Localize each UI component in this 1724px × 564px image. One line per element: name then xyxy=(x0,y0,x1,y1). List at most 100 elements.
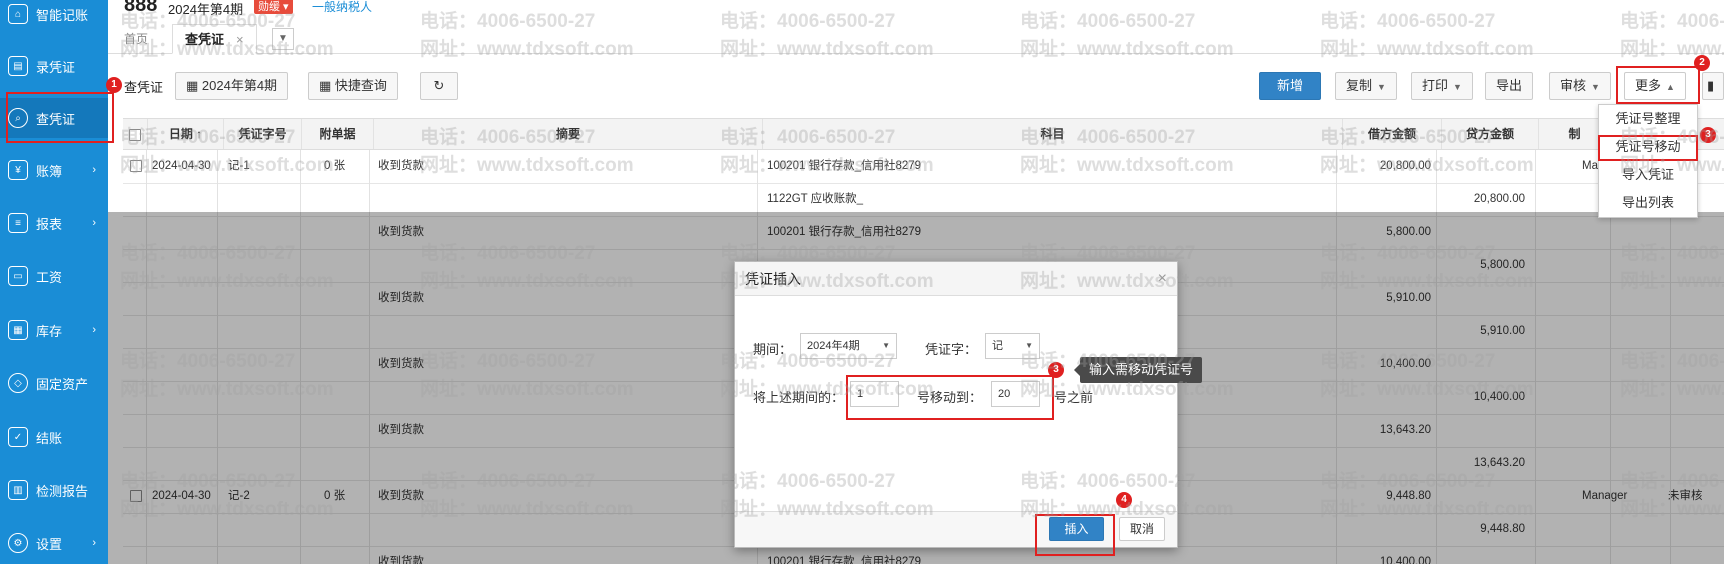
copy-button[interactable]: 复制 ▼ xyxy=(1335,72,1397,100)
export-button[interactable]: 导出 xyxy=(1485,72,1534,100)
chevron-right-icon: › xyxy=(92,537,96,549)
col-attachments: 附单据 xyxy=(302,119,374,149)
period-select-value: 2024年4期 xyxy=(807,340,860,352)
print-button[interactable]: 打印 ▼ xyxy=(1411,72,1473,100)
sidebar-item-fixed-assets[interactable]: ◇ 固定资产 xyxy=(0,363,108,403)
col-debit: 借方金额 xyxy=(1343,119,1442,149)
menu-item-export-list[interactable]: 导出列表 xyxy=(1599,189,1697,217)
cell-debit: 20,800.00 xyxy=(1379,160,1431,172)
status-badge[interactable]: 勋缓 ▾ xyxy=(254,0,293,14)
sidebar-item-record-voucher[interactable]: ▤ 录凭证 xyxy=(0,46,108,86)
col-summary: 摘要 xyxy=(374,119,763,149)
quick-query-label: 快捷查询 xyxy=(334,78,387,93)
cell-credit xyxy=(1442,150,1537,183)
annotation-box-4 xyxy=(1035,514,1115,556)
annotation-number-2: 2 xyxy=(1694,55,1710,71)
delete-icon[interactable]: ▮ xyxy=(1702,72,1724,100)
review-button-label: 审核 xyxy=(1560,78,1587,93)
range-label: 将上述期间的： xyxy=(753,390,845,405)
col-date[interactable]: 日期 ↑ xyxy=(148,119,224,149)
tab-home[interactable]: 首页 xyxy=(112,24,160,54)
checkbox-icon: ✓ xyxy=(8,427,28,447)
cancel-button[interactable]: 取消 xyxy=(1119,517,1165,541)
sidebar-item-label: 设置 xyxy=(36,536,63,552)
menu-item-import-vouchers[interactable]: 导入凭证 xyxy=(1599,161,1697,189)
toolbar-title: 查凭证 xyxy=(124,80,164,95)
dialog-header: 凭证插入 × xyxy=(735,262,1177,296)
chevron-right-icon: › xyxy=(92,324,96,336)
annotation-number-3b: 3 xyxy=(1048,362,1064,378)
table-header: 日期 ↑ 凭证字号 附单据 摘要 科目 借方金额 贷方金额 制 状态 xyxy=(123,118,1724,150)
sidebar-item-label: 账簿 xyxy=(36,163,63,179)
cell-summary: 收到货款 xyxy=(378,160,424,172)
caret-down-icon: ▼ xyxy=(1591,82,1600,92)
period-select[interactable]: 2024年4期 ▼ xyxy=(800,333,897,359)
caret-down-icon: ▼ xyxy=(1377,82,1386,92)
asset-icon: ◇ xyxy=(8,373,28,393)
account-set-number: 888 xyxy=(124,0,158,16)
sidebar-item-label: 工资 xyxy=(36,269,63,285)
refresh-button[interactable]: ↻ xyxy=(420,72,458,100)
sidebar-item-label: 智能记账 xyxy=(36,7,89,23)
voucher-word-label: 凭证字： xyxy=(925,342,978,357)
sidebar-item-label: 录凭证 xyxy=(36,59,76,75)
col-credit: 贷方金额 xyxy=(1442,119,1539,149)
calendar-icon: ▦ xyxy=(319,78,335,93)
sidebar-item-ledger[interactable]: ¥ 账簿 › xyxy=(0,150,108,190)
cell-voucher-no: 记-1 xyxy=(228,160,250,172)
gear-icon: ⚙ xyxy=(8,533,28,553)
header: 888 2024年第4期 勋缓 ▾ 一般纳税人 xyxy=(108,0,1724,20)
current-period: 2024年第4期 xyxy=(168,2,244,17)
refresh-icon: ↻ xyxy=(433,78,445,93)
sidebar-item-label: 结账 xyxy=(36,430,63,446)
col-account: 科目 xyxy=(763,119,1343,149)
annotation-box-3b xyxy=(846,375,1054,420)
sidebar-item-settings[interactable]: ⚙ 设置 › xyxy=(0,523,108,563)
record-voucher-icon: ▤ xyxy=(8,56,28,76)
report-icon: ▥ xyxy=(8,480,28,500)
sidebar-item-label: 报表 xyxy=(36,216,63,232)
cell-date: 2024-04-30 xyxy=(152,160,211,172)
calendar-icon: ▦ xyxy=(186,78,202,93)
sidebar-item-reports[interactable]: ≡ 报表 › xyxy=(0,203,108,243)
sidebar-item-payroll[interactable]: ▭ 工资 xyxy=(0,256,108,296)
cell-account: 100201 银行存款_信用社8279 xyxy=(767,160,922,172)
row-checkbox[interactable] xyxy=(130,150,142,183)
inventory-icon: ▦ xyxy=(8,320,28,340)
sidebar-item-inventory[interactable]: ▦ 库存 › xyxy=(0,310,108,350)
caret-down-icon: ▼ xyxy=(1453,82,1462,92)
caret-down-icon: ▼ xyxy=(1025,341,1033,350)
more-menu: 凭证号整理 凭证号移动 导入凭证 导出列表 xyxy=(1598,104,1698,218)
sidebar-item-closing[interactable]: ✓ 结账 xyxy=(0,417,108,457)
col-voucher-no: 凭证字号 xyxy=(224,119,302,149)
sidebar: ⌂ 智能记账 ▤ 录凭证 ⌕ 查凭证 ¥ 账簿 › ≡ 报表 › ▭ 工资 ▦ … xyxy=(0,0,108,564)
sidebar-item-label: 固定资产 xyxy=(36,376,89,392)
taxpayer-type-link[interactable]: 一般纳税人 xyxy=(312,0,372,15)
new-button[interactable]: 新增 xyxy=(1259,72,1321,100)
menu-item-renumber-vouchers[interactable]: 凭证号整理 xyxy=(1599,105,1697,133)
copy-button-label: 复制 xyxy=(1346,78,1373,93)
annotation-box-1 xyxy=(6,92,114,143)
smart-bookkeeping-icon: ⌂ xyxy=(8,4,28,24)
chevron-down-icon[interactable]: ▼ xyxy=(272,28,294,50)
annotation-box-2 xyxy=(1616,66,1700,104)
review-button[interactable]: 审核 ▼ xyxy=(1549,72,1611,100)
yen-icon: ¥ xyxy=(8,160,28,180)
suffix-label: 号之前 xyxy=(1054,390,1094,405)
sidebar-item-label: 库存 xyxy=(36,323,63,339)
annotation-number-4: 4 xyxy=(1116,492,1132,508)
period-button[interactable]: ▦ 2024年第4期 xyxy=(175,72,289,100)
sidebar-item-inspection-report[interactable]: ▥ 检测报告 xyxy=(0,470,108,510)
voucher-word-value: 记 xyxy=(992,340,1003,352)
select-all-checkbox[interactable] xyxy=(123,119,148,149)
list-icon: ≡ xyxy=(8,213,28,233)
close-icon[interactable]: × xyxy=(236,32,244,47)
sidebar-item-smart-bookkeeping[interactable]: ⌂ 智能记账 xyxy=(0,0,108,34)
voucher-word-select[interactable]: 记 ▼ xyxy=(985,333,1040,359)
annotation-box-3 xyxy=(1598,135,1698,161)
tab-search-voucher[interactable]: 查凭证 × xyxy=(172,24,257,54)
annotation-number-3: 3 xyxy=(1700,127,1716,143)
close-icon[interactable]: × xyxy=(1158,262,1167,296)
quick-query-button[interactable]: ▦ 快捷查询 xyxy=(308,72,398,100)
annotation-number-1: 1 xyxy=(106,77,122,93)
